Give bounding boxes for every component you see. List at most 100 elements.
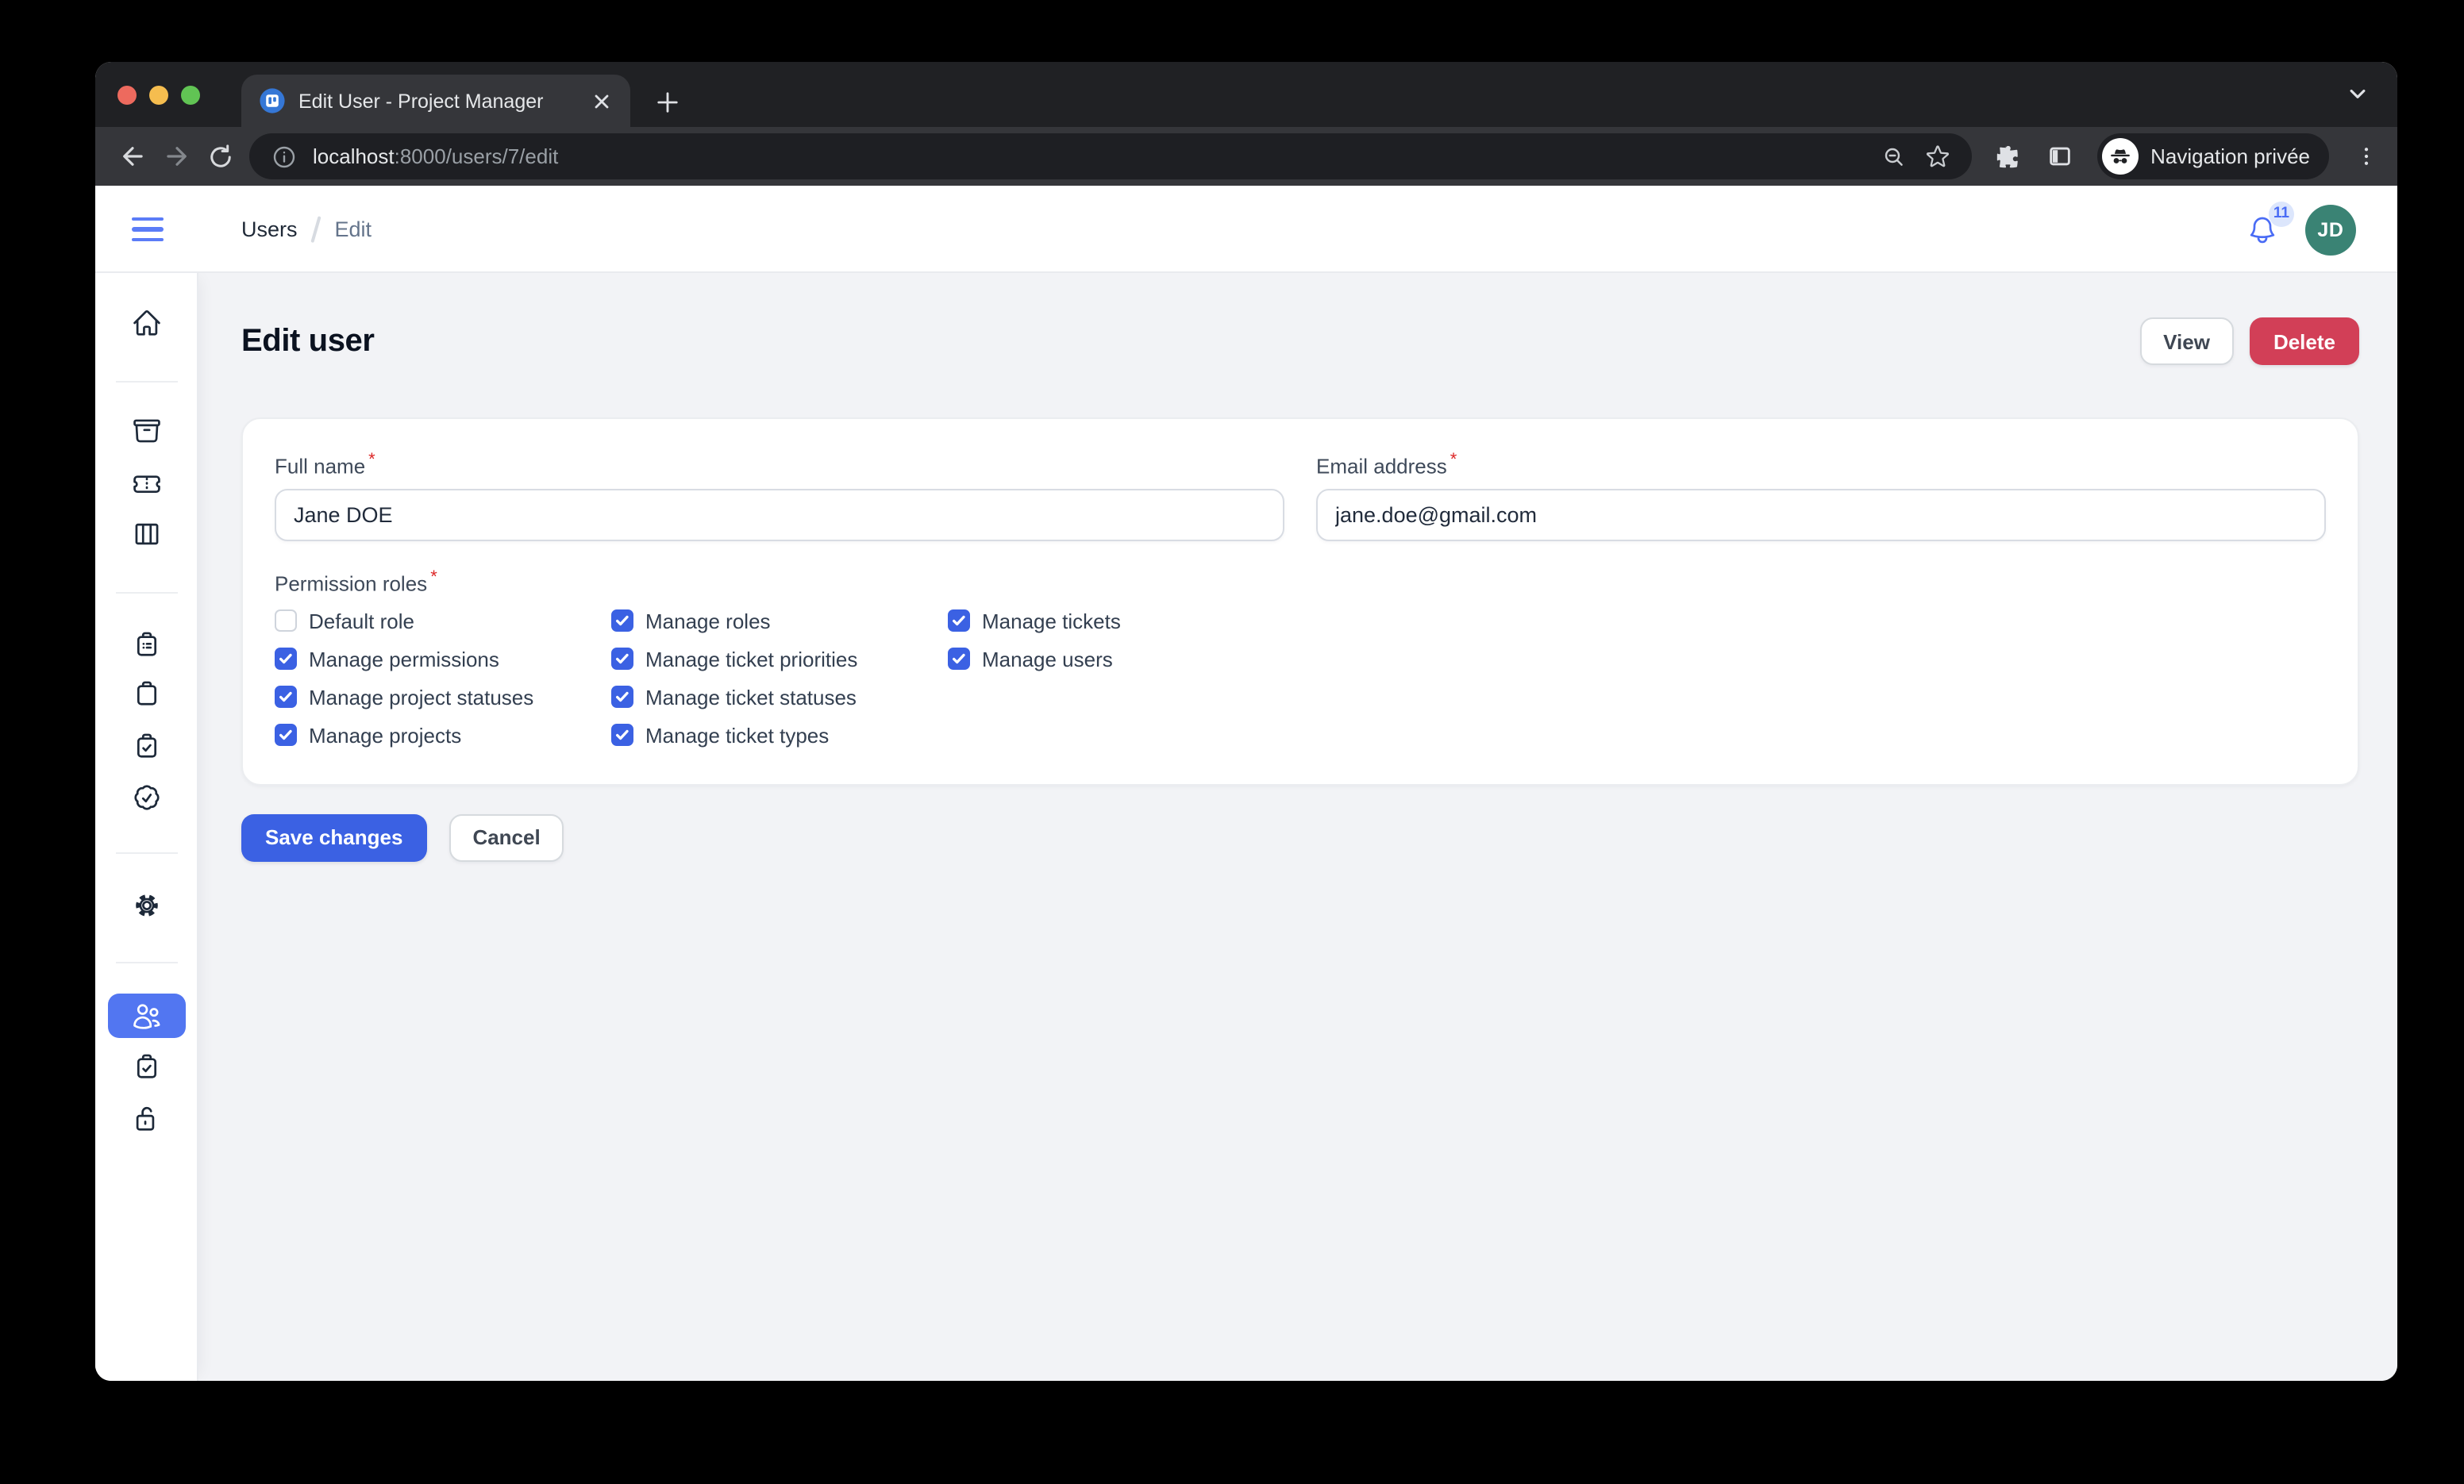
back-arrow-icon	[117, 141, 147, 171]
reload-button[interactable]	[198, 134, 243, 179]
checkbox-option[interactable]: Default role	[275, 609, 611, 632]
notifications-button[interactable]: 11	[2246, 213, 2278, 245]
sidebar-divider	[116, 381, 178, 383]
checkbox-option[interactable]: Manage project statuses	[275, 685, 611, 709]
checkbox[interactable]	[611, 725, 633, 746]
traffic-lights	[117, 62, 200, 127]
bookmark-button[interactable]	[1922, 140, 1954, 172]
required-marker: *	[1450, 451, 1457, 470]
checkbox-option[interactable]: Manage ticket priorities	[611, 647, 948, 671]
full-name-input[interactable]	[275, 490, 1284, 542]
breadcrumb-users-link[interactable]: Users	[241, 217, 298, 241]
plus-icon	[655, 90, 679, 113]
checkbox-option[interactable]: Manage users	[948, 647, 1284, 671]
zoom-out-icon	[1881, 144, 1906, 169]
url-path: :8000/users/7/edit	[395, 144, 559, 168]
checkbox-option[interactable]: Manage tickets	[948, 609, 1284, 632]
sidebar-item-ticket-statuses[interactable]	[95, 730, 197, 760]
sidebar-toggle-button[interactable]	[95, 186, 198, 273]
clipboard-check-icon	[131, 1051, 161, 1081]
check-icon	[614, 689, 630, 705]
cancel-button[interactable]: Cancel	[449, 813, 564, 861]
zoom-window-button[interactable]	[181, 85, 200, 104]
delete-button[interactable]: Delete	[2250, 317, 2359, 365]
checkbox[interactable]	[275, 648, 296, 670]
sidebar-item-board[interactable]	[95, 519, 197, 549]
close-window-button[interactable]	[117, 85, 137, 104]
sidebar-item-permissions[interactable]	[95, 1103, 197, 1133]
users-icon	[132, 1001, 162, 1031]
checkbox[interactable]	[275, 725, 296, 746]
checkbox-option[interactable]: Manage ticket statuses	[611, 685, 948, 709]
new-tab-button[interactable]	[648, 83, 686, 121]
page-info-icon[interactable]	[268, 140, 300, 172]
sidebar-item-home[interactable]	[95, 308, 197, 338]
sidebar-item-projects[interactable]	[95, 678, 197, 708]
checkbox-option[interactable]: Manage projects	[275, 723, 611, 747]
checkbox-option[interactable]: Manage ticket types	[611, 723, 948, 747]
archive-box-icon	[131, 416, 161, 446]
breadcrumb-separator	[311, 216, 321, 243]
minimize-window-button[interactable]	[149, 85, 168, 104]
page-header: Edit user View Delete	[241, 317, 2359, 365]
edit-user-form-card: Full name* Email address* Permission rol…	[241, 417, 2359, 785]
extensions-button[interactable]	[1992, 140, 2023, 172]
permission-roles-grid: Default role Manage permissions Manage p…	[275, 609, 1284, 747]
sidebar-item-ticket-types[interactable]	[95, 782, 197, 813]
view-button[interactable]: View	[2139, 317, 2234, 365]
browser-window: Edit User - Project Manager	[95, 62, 2397, 1381]
tab-strip: Edit User - Project Manager	[95, 62, 2397, 127]
browser-menu-button[interactable]	[2350, 140, 2381, 172]
checkbox[interactable]	[275, 610, 296, 632]
checkbox-option[interactable]: Manage permissions	[275, 647, 611, 671]
sidebar-item-roles[interactable]	[95, 1051, 197, 1081]
check-icon	[614, 651, 630, 667]
check-icon	[614, 613, 630, 629]
check-icon	[951, 613, 967, 629]
checkbox[interactable]	[611, 610, 633, 632]
email-input[interactable]	[1316, 490, 2326, 542]
url-host: localhost	[313, 144, 395, 168]
breadcrumb: Users Edit	[241, 186, 372, 273]
url-text[interactable]: localhost:8000/users/7/edit	[313, 144, 1865, 168]
address-bar[interactable]: localhost:8000/users/7/edit	[249, 133, 1971, 179]
side-panel-button[interactable]	[2044, 140, 2076, 172]
forward-button[interactable]	[154, 134, 198, 179]
sidebar-item-archive[interactable]	[95, 416, 197, 446]
app-topbar: Users Edit 11 JD	[95, 186, 2397, 273]
checkbox[interactable]	[275, 686, 296, 708]
checkbox[interactable]	[948, 648, 969, 670]
clipboard-list-icon	[131, 629, 161, 659]
chevron-down-icon	[2347, 83, 2369, 105]
required-marker: *	[430, 569, 437, 588]
sidebar-divider	[116, 592, 178, 594]
tab-close-icon[interactable]	[589, 88, 614, 113]
incognito-icon	[2101, 138, 2138, 175]
notifications-count-badge: 11	[2269, 201, 2294, 226]
check-icon	[278, 651, 294, 667]
save-changes-button[interactable]: Save changes	[241, 813, 426, 861]
clipboard-icon	[131, 678, 161, 708]
screen: Edit User - Project Manager	[0, 0, 2464, 1484]
sidebar-item-project-statuses[interactable]	[95, 629, 197, 659]
checkbox[interactable]	[611, 648, 633, 670]
zoom-out-button[interactable]	[1877, 140, 1909, 172]
checkbox[interactable]	[611, 686, 633, 708]
checkbox[interactable]	[948, 610, 969, 632]
sidebar-item-users-active[interactable]	[108, 994, 186, 1038]
sidebar-item-settings[interactable]	[95, 890, 197, 921]
checkbox-option[interactable]: Manage roles	[611, 609, 948, 632]
back-button[interactable]	[110, 134, 154, 179]
browser-tab[interactable]: Edit User - Project Manager	[241, 75, 630, 127]
view-columns-icon	[131, 519, 161, 549]
check-icon	[951, 651, 967, 667]
page-title: Edit user	[241, 323, 375, 359]
full-name-label: Full name*	[275, 451, 1284, 479]
kebab-menu-icon	[2354, 144, 2377, 168]
sidebar-item-tickets[interactable]	[95, 468, 197, 498]
email-field: Email address*	[1316, 451, 2326, 542]
avatar[interactable]: JD	[2305, 204, 2356, 255]
tab-search-button[interactable]	[2340, 76, 2375, 111]
browser-toolbar: localhost:8000/users/7/edit	[95, 127, 2397, 186]
header-actions: View Delete	[2139, 317, 2359, 365]
